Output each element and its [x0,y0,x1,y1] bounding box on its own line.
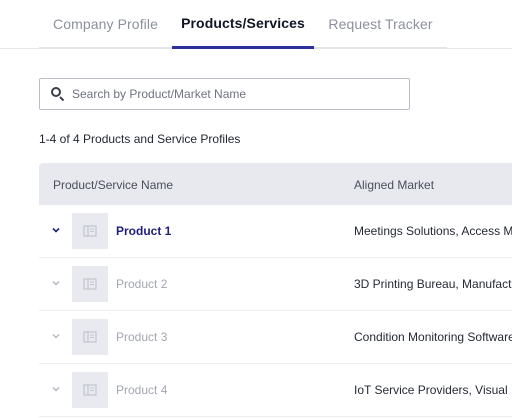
products-table: Product/Service Name Aligned Market Prod… [39,163,512,417]
product-thumbnail-icon [72,213,108,249]
tab-request-tracker[interactable]: Request Tracker [314,0,447,49]
column-header-name: Product/Service Name [53,178,174,192]
table-header: Product/Service Name Aligned Market [39,163,512,205]
table-row: Product 1 Meetings Solutions, Access Man [39,205,512,258]
table-row: Product 4 IoT Service Providers, Visual … [39,364,512,417]
chevron-down-icon[interactable] [51,331,61,341]
tab-company-profile[interactable]: Company Profile [39,0,172,49]
aligned-market: IoT Service Providers, Visual Inte [354,383,512,397]
table-row: Product 3 Condition Monitoring Software … [39,311,512,364]
product-name-link[interactable]: Product 4 [116,383,167,397]
aligned-market: 3D Printing Bureau, Manufacturi [354,277,512,291]
chevron-down-icon[interactable] [51,225,61,235]
aligned-market: Condition Monitoring Software - [354,330,512,344]
product-name-link[interactable]: Product 2 [116,277,167,291]
table-row: Product 2 3D Printing Bureau, Manufactur… [39,258,512,311]
tab-products-services[interactable]: Products/Services [172,0,314,49]
product-thumbnail-icon [72,372,108,408]
aligned-market: Meetings Solutions, Access Man [354,224,512,238]
search-box [39,78,410,110]
search-icon [51,87,65,102]
product-thumbnail-icon [72,319,108,355]
product-thumbnail-icon [72,266,108,302]
chevron-down-icon[interactable] [51,384,61,394]
results-count: 1-4 of 4 Products and Service Profiles [39,132,241,146]
product-name-link[interactable]: Product 1 [116,224,171,238]
chevron-down-icon[interactable] [51,278,61,288]
search-input[interactable] [72,87,392,101]
tab-bar: Company Profile Products/Services Reques… [0,0,512,49]
column-header-market: Aligned Market [354,178,435,192]
product-name-link[interactable]: Product 3 [116,330,167,344]
